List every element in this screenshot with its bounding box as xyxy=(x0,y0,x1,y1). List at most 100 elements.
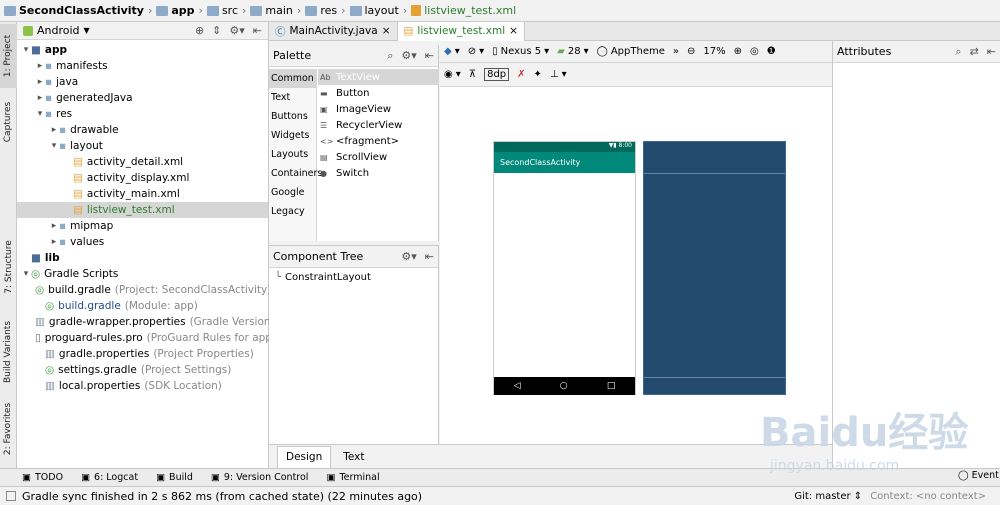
tool-window-button[interactable]: ▣ 6: Logcat xyxy=(81,472,138,483)
chevron-down-icon[interactable]: ▾ xyxy=(49,141,59,151)
view-options-button[interactable]: ◉ ▾ xyxy=(440,69,465,80)
tree-item[interactable]: ▸ ▪ drawable xyxy=(17,122,268,138)
tree-item[interactable]: ▸ ▪ java xyxy=(17,74,268,90)
hide-icon[interactable]: ⇤ xyxy=(987,45,996,58)
layers-button[interactable]: ◆ ▾ xyxy=(440,46,464,57)
design-preview[interactable]: ▼▮ 8:00 SecondClassActivity ◁ ○ □ xyxy=(493,141,636,395)
tab-design[interactable]: Design xyxy=(277,445,332,468)
tool-window-button[interactable]: ▣ 9: Version Control xyxy=(211,472,309,483)
breadcrumb-item[interactable]: SecondClassActivity xyxy=(4,4,144,17)
zoom-in-button[interactable]: ⊕ xyxy=(730,46,746,57)
git-branch[interactable]: Git: master ⇕ xyxy=(794,491,862,502)
orientation-button[interactable]: ⊘ ▾ xyxy=(464,46,488,57)
tool-window-button[interactable]: ▣ Terminal xyxy=(326,472,379,483)
tab-text[interactable]: Text xyxy=(335,446,372,468)
tree-item[interactable]: ▾ ◎ Gradle Scripts xyxy=(17,266,268,282)
chevron-down-icon[interactable]: ▾ xyxy=(35,109,45,119)
zoom-fit-button[interactable]: ◎ xyxy=(746,46,763,57)
project-tool-tab[interactable]: 1: Project xyxy=(0,24,17,88)
tree-item[interactable]: ◎ build.gradle (Module: app) xyxy=(17,298,268,314)
breadcrumb-item[interactable]: listview_test.xml xyxy=(411,4,516,17)
tree-item[interactable]: ▥ gradle-wrapper.properties (Gradle Versio… xyxy=(17,314,275,330)
tool-window-button[interactable]: ▣ Build xyxy=(156,472,193,483)
favorites-tool-tab[interactable]: 2: Favorites xyxy=(0,394,17,464)
component-tree-root[interactable]: ╰ ConstraintLayout xyxy=(269,268,438,287)
palette-item[interactable]: ● Switch xyxy=(318,165,439,181)
api-selector[interactable]: ▰ 28 ▾ xyxy=(553,46,592,57)
palette-item[interactable]: ▣ ImageView xyxy=(318,101,439,117)
tree-item[interactable]: ◎ settings.gradle (Project Settings) xyxy=(17,362,268,378)
tree-item[interactable]: ▤ listview_test.xml xyxy=(17,202,268,218)
device-selector[interactable]: ▯ Nexus 5 ▾ xyxy=(488,46,553,57)
palette-item[interactable]: Ab TextView xyxy=(318,69,439,85)
editor-tab[interactable]: Ⓒ MainActivity.java × xyxy=(269,21,398,41)
overflow-button[interactable]: » xyxy=(669,46,683,57)
zoom-out-button[interactable]: ⊖ xyxy=(683,46,699,57)
palette-category[interactable]: Text xyxy=(269,88,316,107)
tree-item[interactable]: ▤ activity_display.xml xyxy=(17,170,268,186)
chevron-right-icon[interactable]: ▸ xyxy=(35,61,45,71)
warnings-button[interactable]: ❶ xyxy=(763,46,780,57)
chevron-right-icon[interactable]: ▸ xyxy=(35,77,45,87)
chevron-down-icon[interactable]: ▾ xyxy=(21,269,31,279)
sync-target-icon[interactable]: ⊕ xyxy=(195,24,204,37)
tool-window-button[interactable]: ▣ TODO xyxy=(22,472,63,483)
tree-item[interactable]: ■ lib xyxy=(17,250,268,266)
chevron-right-icon[interactable]: ▸ xyxy=(49,237,59,247)
search-icon[interactable]: ⌕ xyxy=(955,45,961,59)
chevron-right-icon[interactable]: ▸ xyxy=(49,125,59,135)
palette-item[interactable]: <> <fragment> xyxy=(318,133,439,149)
clear-constraints-button[interactable]: ✗ xyxy=(513,69,529,80)
tree-item[interactable]: ▾ ▪ layout xyxy=(17,138,268,154)
gear-icon[interactable]: ⚙▾ xyxy=(229,24,244,37)
blueprint-preview[interactable] xyxy=(643,141,786,395)
status-toggle-icon[interactable] xyxy=(6,491,16,501)
infer-constraints-button[interactable]: ✦ xyxy=(530,69,546,80)
palette-category[interactable]: Google xyxy=(269,183,316,202)
chevron-down-icon[interactable]: ▾ xyxy=(21,45,31,55)
autoconnect-button[interactable]: ⊼ xyxy=(465,69,480,80)
structure-tool-tab[interactable]: 7: Structure xyxy=(0,232,17,302)
search-icon[interactable]: ⌕ xyxy=(387,49,393,63)
breadcrumb-item[interactable]: app xyxy=(156,4,195,17)
theme-selector[interactable]: ◯ AppTheme xyxy=(593,46,669,57)
editor-tab[interactable]: ▤ listview_test.xml × xyxy=(397,21,525,41)
gear-icon[interactable]: ⚙▾ xyxy=(401,49,416,62)
palette-category[interactable]: Containers xyxy=(269,164,322,183)
tree-item[interactable]: ▥ gradle.properties (Project Properties) xyxy=(17,346,268,362)
tree-item[interactable]: ▤ activity_detail.xml xyxy=(17,154,268,170)
palette-category[interactable]: Buttons xyxy=(269,107,316,126)
breadcrumb-item[interactable]: layout xyxy=(349,4,399,17)
tree-item[interactable]: ▯ proguard-rules.pro (ProGuard Rules for a… xyxy=(17,330,276,346)
tree-item[interactable]: ▾ ■ app xyxy=(17,42,268,58)
palette-category[interactable]: Layouts xyxy=(269,145,316,164)
palette-item[interactable]: ▤ ScrollView xyxy=(318,149,439,165)
breadcrumb-item[interactable]: main xyxy=(250,4,293,17)
hide-icon[interactable]: ⇤ xyxy=(425,250,434,263)
tree-item[interactable]: ▸ ▪ values xyxy=(17,234,268,250)
tree-item[interactable]: ▥ local.properties (SDK Location) xyxy=(17,378,268,394)
close-icon[interactable]: × xyxy=(382,25,391,37)
hide-icon[interactable]: ⇤ xyxy=(425,49,434,62)
palette-item[interactable]: ▬ Button xyxy=(318,85,439,101)
tree-item[interactable]: ▸ ▪ generatedJava xyxy=(17,90,268,106)
swap-icon[interactable]: ⇄ xyxy=(970,45,979,58)
palette-category[interactable]: Common xyxy=(269,69,316,88)
chevron-right-icon[interactable]: ▸ xyxy=(35,93,45,103)
build-variants-tool-tab[interactable]: Build Variants xyxy=(0,312,17,392)
tree-item[interactable]: ◎ build.gradle (Project: SecondClassActivi… xyxy=(17,282,271,298)
breadcrumb-item[interactable]: src xyxy=(206,4,238,17)
default-margin-button[interactable]: 8dp xyxy=(480,68,513,81)
tree-item[interactable]: ▸ ▪ mipmap xyxy=(17,218,268,234)
tree-item[interactable]: ▤ activity_main.xml xyxy=(17,186,268,202)
palette-item[interactable]: ☰ RecyclerView xyxy=(318,117,439,133)
captures-tool-tab[interactable]: Captures xyxy=(0,92,17,152)
hide-icon[interactable]: ⇤ xyxy=(253,24,262,37)
palette-category[interactable]: Widgets xyxy=(269,126,316,145)
tree-item[interactable]: ▾ ▪ res xyxy=(17,106,268,122)
collapse-icon[interactable]: ⇕ xyxy=(212,24,221,37)
gear-icon[interactable]: ⚙▾ xyxy=(401,250,416,263)
align-button[interactable]: ⊥ ▾ xyxy=(546,69,571,80)
tree-item[interactable]: ▸ ▪ manifests xyxy=(17,58,268,74)
view-selector[interactable]: Android ▼ xyxy=(23,24,90,37)
